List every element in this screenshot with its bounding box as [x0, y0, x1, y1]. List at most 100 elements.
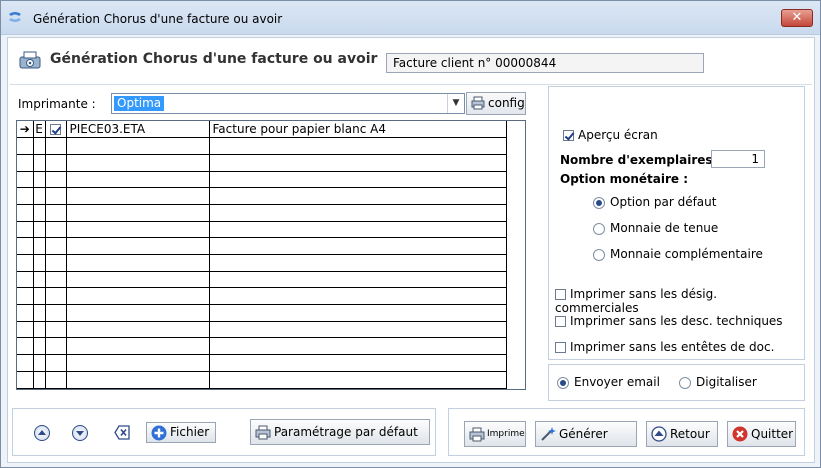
row-check-cell[interactable] [45, 271, 67, 289]
table-row[interactable] [17, 221, 507, 239]
table-row[interactable] [17, 187, 507, 205]
file-cell[interactable] [66, 154, 210, 172]
table-row[interactable] [17, 237, 507, 255]
generate-button[interactable]: Générer [535, 421, 637, 447]
printer-select[interactable]: Optima ▼ [111, 93, 465, 114]
send-email-option[interactable]: Envoyer email [557, 375, 660, 389]
file-cell[interactable] [66, 171, 210, 189]
default-settings-button[interactable]: Paramétrage par défaut [250, 419, 430, 445]
row-check-cell[interactable] [45, 321, 67, 339]
file-button[interactable]: Fichier [146, 422, 216, 443]
row-check-cell[interactable] [45, 121, 67, 139]
row-check-cell[interactable] [45, 337, 67, 356]
row-check-cell[interactable] [45, 254, 67, 272]
row-check-cell[interactable] [45, 304, 67, 322]
description-cell[interactable] [209, 354, 507, 372]
row-check-cell[interactable] [45, 154, 67, 172]
no-technical-checkbox[interactable] [555, 316, 566, 327]
description-cell[interactable] [209, 254, 507, 272]
row-checkbox[interactable] [50, 124, 61, 136]
config-button[interactable]: config [466, 92, 526, 115]
table-row[interactable] [17, 337, 507, 356]
row-check-cell[interactable] [45, 237, 67, 255]
table-row[interactable]: ➔ E PIECE03.ETA Facture pour papier blanc A… [17, 121, 507, 139]
currency-option-additional[interactable]: Monnaie complémentaire [593, 247, 763, 261]
option-no-commercial[interactable]: Imprimer sans les désig. commerciales [555, 287, 804, 315]
description-cell[interactable] [209, 137, 507, 155]
row-check-cell[interactable] [45, 137, 67, 155]
description-cell[interactable] [209, 321, 507, 339]
description-cell[interactable] [209, 187, 507, 205]
delete-icon[interactable] [114, 425, 130, 440]
table-row[interactable] [17, 171, 507, 189]
title-bar[interactable]: Génération Chorus d'une facture ou avoir… [1, 1, 820, 35]
file-cell[interactable] [66, 354, 210, 372]
table-row[interactable] [17, 154, 507, 172]
table-row[interactable] [17, 321, 507, 339]
row-check-cell[interactable] [45, 287, 67, 306]
table-row[interactable] [17, 271, 507, 289]
close-button[interactable]: ✕ [781, 9, 813, 27]
row-check-cell[interactable] [45, 354, 67, 372]
move-up-button[interactable] [34, 425, 50, 441]
file-cell[interactable] [66, 271, 210, 289]
description-cell[interactable] [209, 371, 507, 389]
description-cell[interactable] [209, 171, 507, 189]
digitize-option[interactable]: Digitaliser [679, 375, 757, 389]
table-row[interactable] [17, 137, 507, 155]
chevron-down-icon[interactable]: ▼ [447, 94, 464, 113]
row-check-cell[interactable] [45, 204, 67, 222]
table-row[interactable] [17, 204, 507, 222]
copies-input[interactable]: 1 [711, 150, 765, 168]
description-cell[interactable] [209, 287, 507, 306]
description-cell[interactable] [209, 271, 507, 289]
currency-radio-additional[interactable] [593, 248, 605, 261]
currency-option-default[interactable]: Option par défaut [593, 195, 716, 209]
table-row[interactable] [17, 354, 507, 372]
preview-option[interactable]: Aperçu écran [563, 128, 658, 142]
document-grid[interactable]: ➔ E PIECE03.ETA Facture pour papier blanc A… [16, 120, 526, 390]
currency-radio-holding[interactable] [593, 222, 605, 235]
print-button[interactable]: Imprimer [464, 421, 526, 447]
preview-checkbox[interactable] [563, 130, 574, 141]
file-cell[interactable]: PIECE03.ETA [66, 121, 210, 139]
preview-label: Aperçu écran [578, 128, 658, 142]
row-check-cell[interactable] [45, 221, 67, 239]
quit-button[interactable]: Quitter [727, 421, 796, 447]
file-cell[interactable] [66, 254, 210, 272]
move-down-button[interactable] [72, 425, 88, 441]
table-row[interactable] [17, 304, 507, 322]
option-no-technical[interactable]: Imprimer sans les desc. techniques [555, 314, 783, 328]
file-cell[interactable] [66, 304, 210, 322]
option-no-headers[interactable]: Imprimer sans les entêtes de doc. [555, 340, 774, 354]
table-row[interactable] [17, 371, 507, 389]
row-check-cell[interactable] [45, 171, 67, 189]
currency-option-holding[interactable]: Monnaie de tenue [593, 221, 718, 235]
file-cell[interactable] [66, 204, 210, 222]
description-cell[interactable] [209, 304, 507, 322]
table-row[interactable] [17, 254, 507, 272]
file-cell[interactable] [66, 137, 210, 155]
email-radio[interactable] [557, 376, 569, 389]
file-cell[interactable] [66, 221, 210, 239]
description-cell[interactable] [209, 154, 507, 172]
description-cell[interactable] [209, 204, 507, 222]
description-cell[interactable]: Facture pour papier blanc A4 [209, 121, 507, 139]
file-cell[interactable] [66, 237, 210, 255]
file-cell[interactable] [66, 337, 210, 356]
row-check-cell[interactable] [45, 371, 67, 389]
description-cell[interactable] [209, 221, 507, 239]
description-cell[interactable] [209, 337, 507, 356]
row-check-cell[interactable] [45, 187, 67, 205]
file-cell[interactable] [66, 371, 210, 389]
currency-radio-default[interactable] [593, 196, 605, 209]
no-headers-checkbox[interactable] [555, 342, 566, 353]
back-button[interactable]: Retour [646, 421, 718, 447]
no-commercial-checkbox[interactable] [555, 289, 566, 300]
description-cell[interactable] [209, 237, 507, 255]
file-cell[interactable] [66, 287, 210, 306]
digitize-radio[interactable] [679, 376, 691, 389]
file-cell[interactable] [66, 187, 210, 205]
table-row[interactable] [17, 287, 507, 306]
file-cell[interactable] [66, 321, 210, 339]
